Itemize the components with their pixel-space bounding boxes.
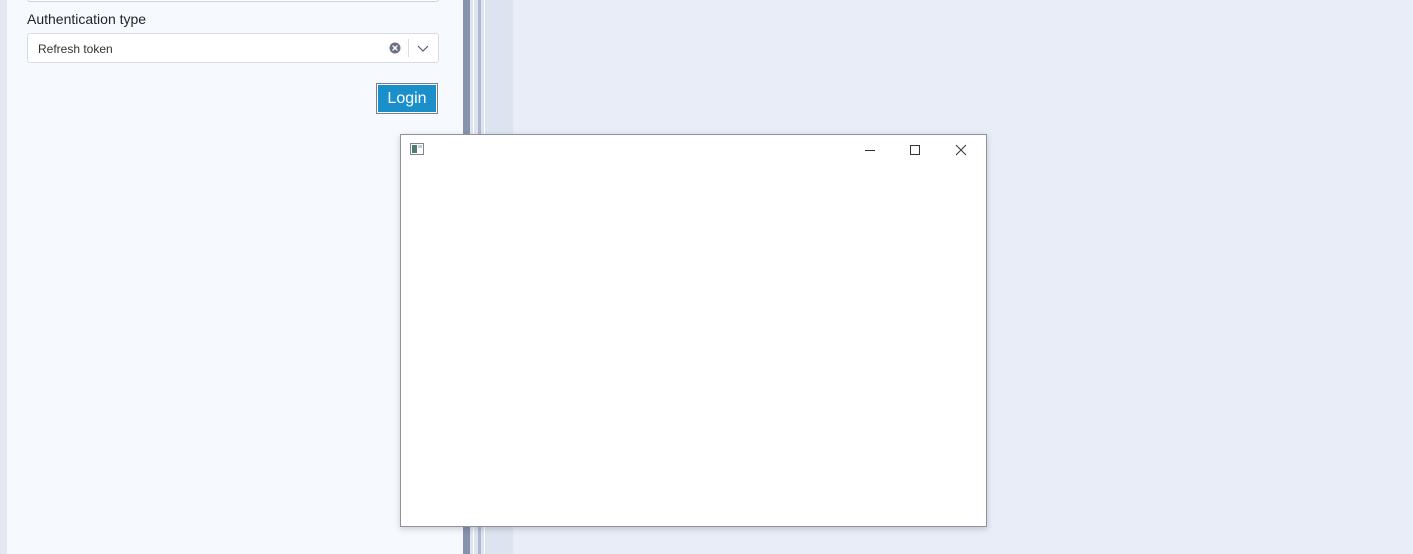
- login-button[interactable]: Login: [376, 83, 438, 114]
- left-edge: [0, 0, 7, 554]
- minimize-icon: [865, 150, 875, 151]
- auth-type-select[interactable]: Refresh token: [27, 33, 439, 63]
- app-root: Authentication type Refresh token Login: [0, 0, 1413, 554]
- chevron-down-icon[interactable]: [416, 42, 430, 54]
- popup-window: [400, 134, 987, 527]
- login-panel: Authentication type Refresh token Login: [7, 0, 463, 554]
- previous-field[interactable]: [27, 0, 439, 2]
- close-button[interactable]: [947, 139, 977, 161]
- maximize-icon: [910, 145, 920, 155]
- auth-type-label: Authentication type: [27, 11, 147, 27]
- auth-type-value: Refresh token: [38, 42, 113, 56]
- close-icon: [955, 144, 967, 156]
- select-divider: [408, 39, 409, 57]
- minimize-button[interactable]: [856, 139, 886, 161]
- app-icon: [410, 143, 424, 155]
- clear-icon[interactable]: [389, 42, 401, 54]
- maximize-button[interactable]: [901, 139, 931, 161]
